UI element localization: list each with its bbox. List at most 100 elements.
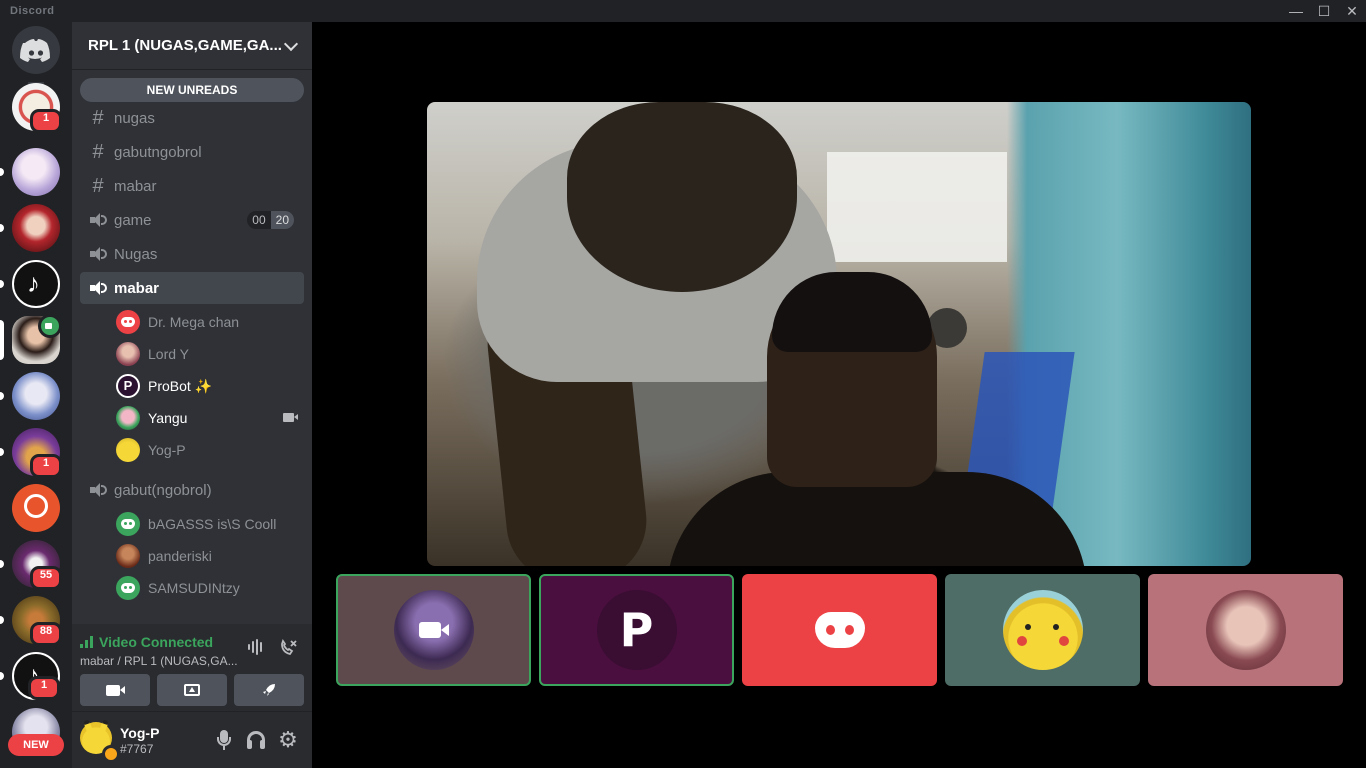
- voice-status[interactable]: Video Connected: [80, 634, 213, 650]
- hash-icon: #: [92, 140, 104, 163]
- server-2[interactable]: [12, 148, 60, 196]
- voice-member[interactable]: Yog-P: [116, 436, 304, 464]
- screen-share-icon: [184, 684, 200, 696]
- avatar: [393, 590, 474, 670]
- channel-voice-mabar[interactable]: mabar: [80, 272, 304, 304]
- avatar: [116, 544, 140, 568]
- user-limit-badge: 00 20: [247, 211, 294, 229]
- voice-location[interactable]: mabar / RPL 1 (NUGAS,GA...: [80, 654, 238, 668]
- server-8[interactable]: [12, 484, 60, 532]
- avatar: [116, 438, 140, 462]
- mention-badge: 55: [30, 566, 62, 590]
- video-call-area: P: [312, 22, 1366, 768]
- new-unreads-badge[interactable]: NEW: [8, 734, 64, 756]
- participant-tile[interactable]: [945, 574, 1140, 686]
- camera-button[interactable]: [80, 674, 150, 706]
- discord-logo-icon: [814, 612, 865, 648]
- unread-indicator: [0, 448, 4, 456]
- voice-member[interactable]: SAMSUDINtzy: [116, 574, 304, 602]
- gear-icon[interactable]: ⚙: [276, 728, 300, 752]
- avatar: [1002, 590, 1083, 670]
- hash-icon: #: [92, 106, 104, 129]
- participant-tile[interactable]: [1148, 574, 1343, 686]
- participant-tile[interactable]: P: [539, 574, 734, 686]
- voice-member[interactable]: Yangu: [116, 404, 304, 432]
- server-list: 1 ♪ 1 55 88 ♪ 1 NEW: [0, 22, 72, 768]
- headphones-icon[interactable]: [244, 728, 268, 752]
- user-tag: #7767: [120, 742, 154, 756]
- channel-list: NEW UNREADS # nugas # gabutngobrol # mab…: [72, 70, 312, 640]
- video-camera-icon: [283, 413, 298, 422]
- maximize-button[interactable]: ☐: [1310, 0, 1338, 22]
- speaker-icon: [88, 210, 108, 230]
- server-4[interactable]: ♪: [12, 260, 60, 308]
- disconnect-call-icon[interactable]: [276, 638, 300, 662]
- channel-name: mabar: [114, 177, 157, 195]
- voice-member[interactable]: Dr. Mega chan: [116, 308, 304, 336]
- close-button[interactable]: ✕: [1338, 0, 1366, 22]
- unread-indicator: [0, 672, 4, 680]
- voice-member[interactable]: panderiski: [116, 542, 304, 570]
- discord-logo-icon: [20, 39, 50, 62]
- activity-button[interactable]: [234, 674, 304, 706]
- selected-indicator: [0, 320, 4, 360]
- channel-name: mabar: [114, 279, 160, 297]
- avatar: [1205, 590, 1286, 670]
- participant-tile[interactable]: [742, 574, 937, 686]
- server-11[interactable]: ♪ 1: [12, 652, 60, 700]
- speaker-icon: [88, 480, 108, 500]
- unread-indicator: [0, 280, 4, 288]
- channel-voice-nugas[interactable]: Nugas: [80, 238, 304, 270]
- mention-badge: 1: [28, 676, 60, 700]
- server-7[interactable]: 1: [12, 428, 62, 478]
- activity-rocket-icon: [263, 684, 275, 696]
- server-10[interactable]: 88: [12, 596, 62, 646]
- noise-suppression-icon[interactable]: [244, 638, 268, 662]
- hash-icon: #: [92, 174, 104, 197]
- server-3[interactable]: [12, 204, 60, 252]
- bg-window: [827, 152, 1007, 262]
- channel-text-gabutngobrol[interactable]: # gabutngobrol: [80, 136, 304, 168]
- server-1[interactable]: 1: [12, 83, 62, 133]
- participant-tile[interactable]: [336, 574, 531, 686]
- status-idle-icon: [102, 745, 120, 763]
- mention-badge: 88: [30, 622, 62, 646]
- video-active-icon: [38, 314, 62, 338]
- participant-tiles: P: [336, 574, 1346, 686]
- focused-video-stream[interactable]: [427, 102, 1251, 566]
- channel-voice-game[interactable]: game 00 20: [80, 204, 304, 236]
- channel-voice-gabut-ngobrol[interactable]: gabut(ngobrol): [80, 474, 304, 506]
- channel-name: gabut(ngobrol): [114, 481, 212, 499]
- channel-name: game: [114, 211, 152, 229]
- channel-text-nugas[interactable]: # nugas: [80, 102, 304, 134]
- signal-strength-icon: [80, 636, 93, 648]
- mention-badge: 1: [30, 454, 62, 478]
- server-header[interactable]: RPL 1 (NUGAS,GAME,GA...: [72, 22, 312, 70]
- voice-member[interactable]: bAGASSS is\S Cooll: [116, 510, 304, 538]
- home-button[interactable]: [12, 26, 60, 74]
- server-rpl1[interactable]: [12, 314, 62, 364]
- microphone-icon[interactable]: [212, 728, 236, 752]
- app-title: Discord: [10, 5, 55, 17]
- person-head: [567, 102, 797, 292]
- channel-name: Nugas: [114, 245, 158, 263]
- avatar: [116, 512, 140, 536]
- unread-indicator: [0, 616, 4, 624]
- dancer-icon: ♪: [27, 268, 40, 298]
- chevron-down-icon: [283, 36, 299, 51]
- server-9[interactable]: 55: [12, 540, 62, 590]
- title-bar: Discord — ☐ ✕: [0, 0, 1366, 22]
- screen-share-button[interactable]: [157, 674, 227, 706]
- server-6[interactable]: [12, 372, 60, 420]
- minimize-button[interactable]: —: [1282, 0, 1310, 22]
- unread-indicator: [0, 392, 4, 400]
- unread-indicator: [0, 560, 4, 568]
- voice-member[interactable]: Lord Y: [116, 340, 304, 368]
- avatar: P: [116, 374, 140, 398]
- voice-member[interactable]: P ProBot ✨: [116, 372, 304, 400]
- channel-text-mabar[interactable]: # mabar: [80, 170, 304, 202]
- channel-sidebar: RPL 1 (NUGAS,GAME,GA... NEW UNREADS # nu…: [72, 22, 312, 768]
- probot-logo-icon: P: [619, 603, 654, 657]
- speaker-icon: [88, 278, 108, 298]
- new-unreads-button[interactable]: NEW UNREADS: [80, 78, 304, 102]
